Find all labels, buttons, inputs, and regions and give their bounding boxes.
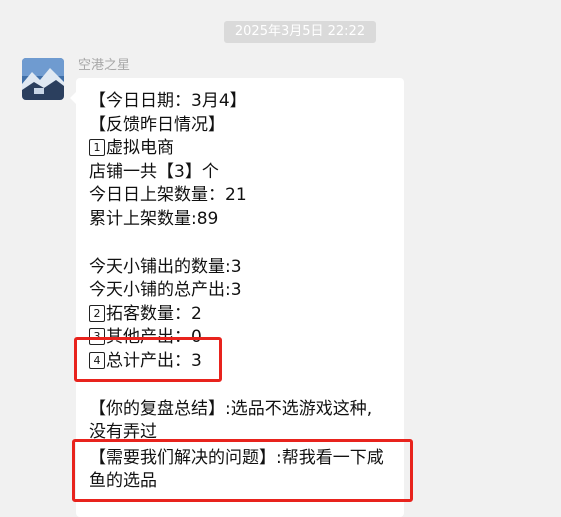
message-line: 今天小铺出的数量:3 bbox=[89, 257, 242, 277]
sender-avatar[interactable] bbox=[22, 58, 64, 100]
highlight-box-total-output bbox=[74, 337, 222, 382]
highlight-box-question bbox=[72, 439, 413, 502]
message-line: 今天小铺的总产出:3 bbox=[89, 280, 242, 300]
message-line: 【反馈昨日情况】 bbox=[89, 115, 225, 135]
message-timestamp: 2025年3月5日 22:22 bbox=[224, 21, 376, 43]
keycap-number: 1 bbox=[89, 139, 105, 156]
message-line: 2 拓客数量：2 bbox=[89, 302, 202, 326]
keycap-number: 2 bbox=[89, 305, 105, 322]
message-line: 今日日上架数量：21 bbox=[89, 185, 247, 205]
message-line: 累计上架数量:89 bbox=[89, 209, 219, 229]
sender-name: 空港之星 bbox=[78, 58, 131, 73]
message-line: 【今日日期：3月4】 bbox=[89, 91, 247, 111]
message-line: 店铺一共【3】个 bbox=[89, 162, 219, 182]
message-line: 1 虚拟电商 bbox=[89, 136, 174, 160]
message-line: 【你的复盘总结】:选品不选游戏这种, bbox=[89, 399, 373, 419]
